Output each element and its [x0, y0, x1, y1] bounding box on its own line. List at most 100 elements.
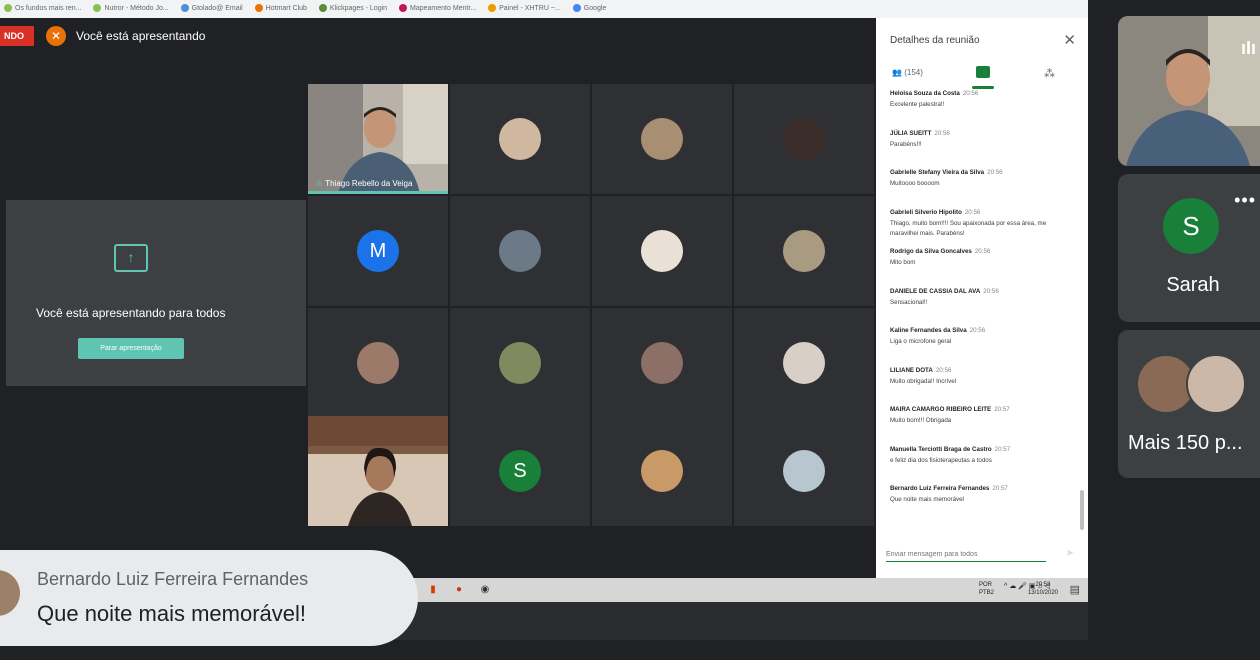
participant-tile[interactable] [592, 308, 732, 418]
participant-avatar [499, 118, 541, 160]
caption-avatar [0, 570, 20, 616]
participant-tile-sarah[interactable]: ••• S Sarah [1118, 174, 1260, 322]
chat-message: MAIRA CAMARGO RIBEIRO LEITE 20:57 Muito bo… [890, 406, 1010, 424]
recording-badge: NDO [0, 26, 34, 46]
participant-avatar [641, 230, 683, 272]
chat-message: Rodrigo da Silva Goncalves 20:56 Mito bom [890, 248, 991, 266]
caption-speaker-name: Bernardo Luiz Ferreira Fernandes [37, 569, 309, 589]
caption-bubble: Bernardo Luiz Ferreira Fernandes Que noi… [0, 550, 418, 646]
send-icon[interactable]: ➤ [1066, 548, 1074, 559]
participant-tile[interactable] [592, 196, 732, 306]
participant-avatar [641, 118, 683, 160]
participant-tile[interactable] [734, 308, 874, 418]
notification-icon[interactable]: ▤ [1070, 583, 1080, 596]
bookmark-item[interactable]: Os fundos mais ren... [4, 4, 82, 13]
tab-chat[interactable] [976, 66, 990, 78]
participant-video [308, 84, 448, 194]
participant-tile[interactable] [592, 84, 732, 194]
chat-message: Kaline Fernandes da Silva 20:56 Liga o mic… [890, 327, 986, 345]
participant-avatar [783, 230, 825, 272]
participant-name: Sarah [1166, 274, 1220, 296]
powerpoint-icon[interactable]: ● [452, 583, 466, 597]
participant-avatar [499, 230, 541, 272]
participant-avatar [1186, 354, 1246, 414]
participant-avatar [357, 342, 399, 384]
presenting-bar: NDO ✕ Você está apresentando [0, 18, 876, 52]
chat-message: Gabrieli Silverio Hipolito 20:56 Thiago, m… [890, 208, 1047, 237]
participant-tile[interactable] [450, 84, 590, 194]
system-clock[interactable]: 20:58 13/10/2020 [1028, 581, 1058, 597]
participant-tile[interactable] [592, 416, 732, 526]
more-options-icon[interactable]: ••• [1234, 190, 1256, 211]
participant-video [308, 416, 448, 526]
tab-people[interactable]: 👥 (154) [892, 68, 923, 77]
people-icon: 👥 [892, 68, 902, 77]
windows-taskbar: ▮ ● ◉ ^ ☁ 🎤 ▣ ♫ ◁ POR PTB2 20:58 13/10/202… [400, 578, 1088, 602]
chat-message: Heloisa Souza da Costa 20:56 Excelente pal… [890, 90, 979, 108]
chrome-icon[interactable]: ◉ [478, 583, 492, 597]
participant-tile[interactable] [450, 308, 590, 418]
self-view-video [1118, 16, 1260, 166]
audio-level-icon: ılı [316, 179, 323, 188]
participant-avatar: M [357, 230, 399, 272]
bookmark-item[interactable]: Painel - XHTRU ~... [488, 4, 561, 13]
close-icon[interactable]: ✕ [1063, 31, 1076, 49]
participant-avatar [783, 450, 825, 492]
meet-main: NDO ✕ Você está apresentando ↑ Você está… [0, 18, 876, 578]
more-participants-label: Mais 150 p... [1128, 432, 1243, 454]
participant-tile[interactable] [734, 84, 874, 194]
participant-tile[interactable] [308, 416, 448, 526]
stop-presenting-button[interactable]: Parar apresentação [78, 338, 184, 359]
chat-message-input[interactable] [886, 548, 1046, 562]
meeting-details-panel: Detalhes da reunião ✕ 👥 (154) ⁂ Heloisa … [876, 18, 1088, 578]
participant-avatar [641, 342, 683, 384]
participant-avatar [783, 118, 825, 160]
active-tab-indicator [972, 86, 994, 89]
bookmark-item[interactable]: Hotmart Club [254, 4, 307, 13]
participant-avatar: S [1163, 198, 1219, 254]
chat-message: Bernardo Luiz Ferreira Fernandes 20:57 Que… [890, 485, 1008, 503]
chat-scrollbar[interactable] [1080, 490, 1084, 530]
bottom-bar [400, 602, 1088, 640]
bookmark-item[interactable]: Gtolado@ Email [180, 4, 243, 13]
chat-message: Manuella Terciotti Braga de Castro 20:57 e… [890, 445, 1011, 464]
chat-message: Gabrielle Stefany Vieira da Silva 20:56 Mu… [890, 169, 1003, 187]
presenting-panel: ↑ Você está apresentando para todos Para… [6, 200, 306, 386]
participant-tile[interactable] [308, 308, 448, 418]
chat-message: JÚLIA SUEITT 20:56 Parabéns!!! [890, 129, 950, 148]
chat-message: LILIANE DOTA 20:56 Muito obrigada!! Incrív… [890, 366, 957, 385]
panel-title: Detalhes da reunião [890, 35, 980, 46]
office-icon[interactable]: ▮ [426, 583, 440, 597]
participant-avatar [783, 342, 825, 384]
speaking-indicator [308, 191, 448, 194]
audio-level-icon: ıIı [1240, 38, 1256, 58]
bookmarks-bar: Os fundos mais ren... Nutror - Método Jo… [0, 0, 1088, 18]
participant-avatar [641, 450, 683, 492]
bookmark-item[interactable]: Google [572, 4, 606, 13]
chat-message-list: Heloisa Souza da Costa 20:56 Excelente pal… [890, 90, 1070, 525]
participant-tile[interactable] [734, 416, 874, 526]
presenting-title: Você está apresentando [76, 29, 206, 43]
participant-avatar: S [499, 450, 541, 492]
participant-tile[interactable] [734, 196, 874, 306]
participant-tile[interactable]: S [450, 416, 590, 526]
language-indicator[interactable]: POR PTB2 [979, 581, 994, 597]
chat-message: DANIELE DE CASSIA DAL AVA 20:56 Sensaciona… [890, 287, 999, 306]
self-view-tile[interactable]: ıIı [1118, 16, 1260, 166]
caption-text: Que noite mais memorável! [37, 601, 306, 626]
more-participants-tile[interactable]: Mais 150 p... [1118, 330, 1260, 478]
bookmark-item[interactable]: Klickpages - Login [318, 4, 387, 13]
participant-tile[interactable]: M [308, 196, 448, 306]
participant-name: ılı Thiago Rebello da Veiga [316, 179, 413, 188]
presenting-message: Você está apresentando para todos [36, 306, 226, 320]
meet-window: Os fundos mais ren... Nutror - Método Jo… [0, 0, 1260, 660]
bookmark-item[interactable]: Mapeamento Mentr... [399, 4, 476, 13]
activities-icon[interactable]: ⁂ [1044, 67, 1055, 80]
present-screen-icon: ↑ [114, 244, 148, 272]
bookmark-item[interactable]: Nutror - Método Jo... [93, 4, 169, 13]
shared-screen: Os fundos mais ren... Nutror - Método Jo… [0, 0, 1088, 640]
presentation-icon: ✕ [46, 26, 66, 46]
participant-tile[interactable] [450, 196, 590, 306]
participant-avatar [499, 342, 541, 384]
participant-tile-featured[interactable]: ılı Thiago Rebello da Veiga [308, 84, 448, 194]
